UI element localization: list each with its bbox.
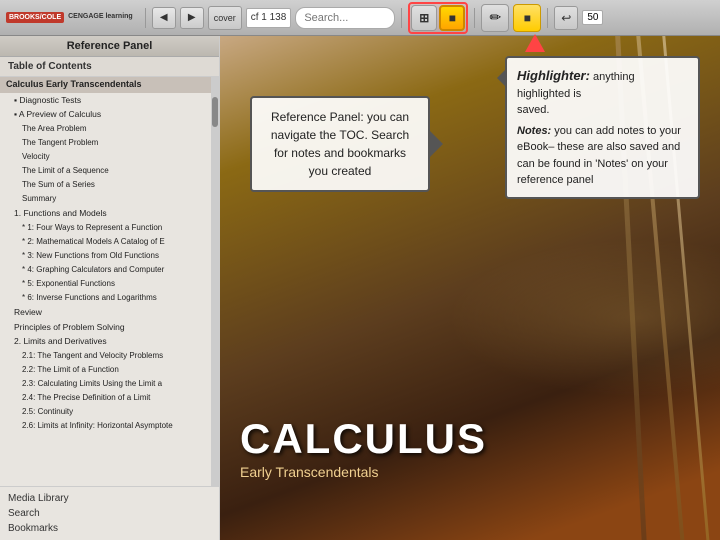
cover-button[interactable]: cover xyxy=(208,6,242,30)
toc-item-f6[interactable]: * 6: Inverse Functions and Logarithms xyxy=(0,291,211,305)
separator-1 xyxy=(145,8,146,28)
separator-4 xyxy=(547,8,548,28)
toc-item-l4[interactable]: 2.4: The Precise Definition of a Limit xyxy=(0,391,211,405)
separator-2 xyxy=(401,8,402,28)
toc-item-sum[interactable]: The Sum of a Series xyxy=(0,178,211,192)
toc-item-principles[interactable]: Principles of Problem Solving xyxy=(0,320,211,335)
callout-reference-panel: Reference Panel: you can navigate the TO… xyxy=(250,96,430,192)
toolbar: BROOKS/COLE CENGAGE learning ◀ ▶ cover c… xyxy=(0,0,720,36)
toc-list: Calculus Early Transcendentals ▪ Diagnos… xyxy=(0,77,211,486)
toc-item-l6[interactable]: 2.6: Limits at Infinity: Horizontal Asym… xyxy=(0,419,211,433)
toc-item-diagnostic[interactable]: ▪ Diagnostic Tests xyxy=(0,93,211,108)
search-input[interactable] xyxy=(295,7,395,29)
toc-item-l5[interactable]: 2.5: Continuity xyxy=(0,405,211,419)
highlighter-title: Highlighter: anything highlighted is sav… xyxy=(517,66,688,119)
highlighter-line2: highlighted is xyxy=(517,88,581,100)
highlight-button[interactable]: ■ xyxy=(439,5,465,31)
callout-ref-text: Reference Panel: you can navigate the TO… xyxy=(271,110,409,178)
book-area: CALCULUS Early Transcendentals Reference… xyxy=(220,36,720,540)
toc-item-velocity[interactable]: Velocity xyxy=(0,150,211,164)
toc-item-summary[interactable]: Summary xyxy=(0,192,211,206)
toc-item-area[interactable]: The Area Problem xyxy=(0,122,211,136)
logo-area: BROOKS/COLE CENGAGE learning xyxy=(6,12,133,24)
highlighter-line3: saved. xyxy=(517,104,549,116)
page-count-display: 50 xyxy=(582,10,603,25)
toc-item-f4[interactable]: * 4: Graphing Calculators and Computer xyxy=(0,263,211,277)
toc-item-l1[interactable]: 2.1: The Tangent and Velocity Problems xyxy=(0,349,211,363)
sidebar-bottom: Media Library Search Bookmarks xyxy=(0,486,219,540)
highlighter-notes: Notes: you can add notes to your eBook– … xyxy=(517,123,688,189)
notes-label: Notes: xyxy=(517,125,551,137)
bookmarks-link[interactable]: Bookmarks xyxy=(8,521,211,536)
toc-item-f3[interactable]: * 3: New Functions from Old Functions xyxy=(0,249,211,263)
toc-item-preview[interactable]: ▪ A Preview of Calculus xyxy=(0,107,211,122)
arrow-indicator xyxy=(525,34,545,52)
book-subtitle: Early Transcendentals xyxy=(240,464,700,480)
toc-item-l3[interactable]: 2.3: Calculating Limits Using the Limit … xyxy=(0,377,211,391)
media-library-link[interactable]: Media Library xyxy=(8,491,211,506)
toc-item-f1[interactable]: * 1: Four Ways to Represent a Function xyxy=(0,221,211,235)
toc-item-f5[interactable]: * 5: Exponential Functions xyxy=(0,277,211,291)
separator-3 xyxy=(474,8,475,28)
page-view-button[interactable]: ⊞ xyxy=(411,5,437,31)
main-content: Reference Panel Table of Contents Calcul… xyxy=(0,36,720,540)
toc-item-calculus[interactable]: Calculus Early Transcendentals xyxy=(0,77,211,93)
toc-header: Table of Contents xyxy=(0,57,219,77)
callout-highlighter: Highlighter: anything highlighted is sav… xyxy=(505,56,700,199)
toc-item-f2[interactable]: * 2: Mathematical Models A Catalog of E xyxy=(0,235,211,249)
toc-item-functions[interactable]: 1. Functions and Models xyxy=(0,206,211,221)
toc-item-limits[interactable]: 2. Limits and Derivatives xyxy=(0,334,211,349)
undo-button[interactable]: ↩ xyxy=(554,6,578,30)
sidebar: Reference Panel Table of Contents Calcul… xyxy=(0,36,220,540)
color-button[interactable]: ■ xyxy=(513,4,541,32)
book-title: CALCULUS xyxy=(240,418,700,460)
back-button[interactable]: ◀ xyxy=(152,7,176,29)
scroll-thumb[interactable] xyxy=(212,97,218,127)
forward-button[interactable]: ▶ xyxy=(180,7,204,29)
brand-name: CENGAGE learning xyxy=(68,13,133,21)
toc-item-review[interactable]: Review xyxy=(0,305,211,320)
toc-item-limit-seq[interactable]: The Limit of a Sequence xyxy=(0,164,211,178)
book-title-area: CALCULUS Early Transcendentals xyxy=(240,418,700,480)
highlight-button-group: ⊞ ■ xyxy=(408,2,468,34)
highlighter-line1: anything xyxy=(593,71,635,83)
toc-item-l2[interactable]: 2.2: The Limit of a Function xyxy=(0,363,211,377)
sidebar-header: Reference Panel xyxy=(0,36,219,57)
page-indicator: cf 1 138 xyxy=(246,8,292,28)
search-link[interactable]: Search xyxy=(8,506,211,521)
brand-logo: BROOKS/COLE xyxy=(6,12,64,24)
toc-scrollbar[interactable] xyxy=(211,77,219,486)
pencil-button[interactable]: ✏ xyxy=(481,4,509,32)
toc-item-tangent[interactable]: The Tangent Problem xyxy=(0,136,211,150)
